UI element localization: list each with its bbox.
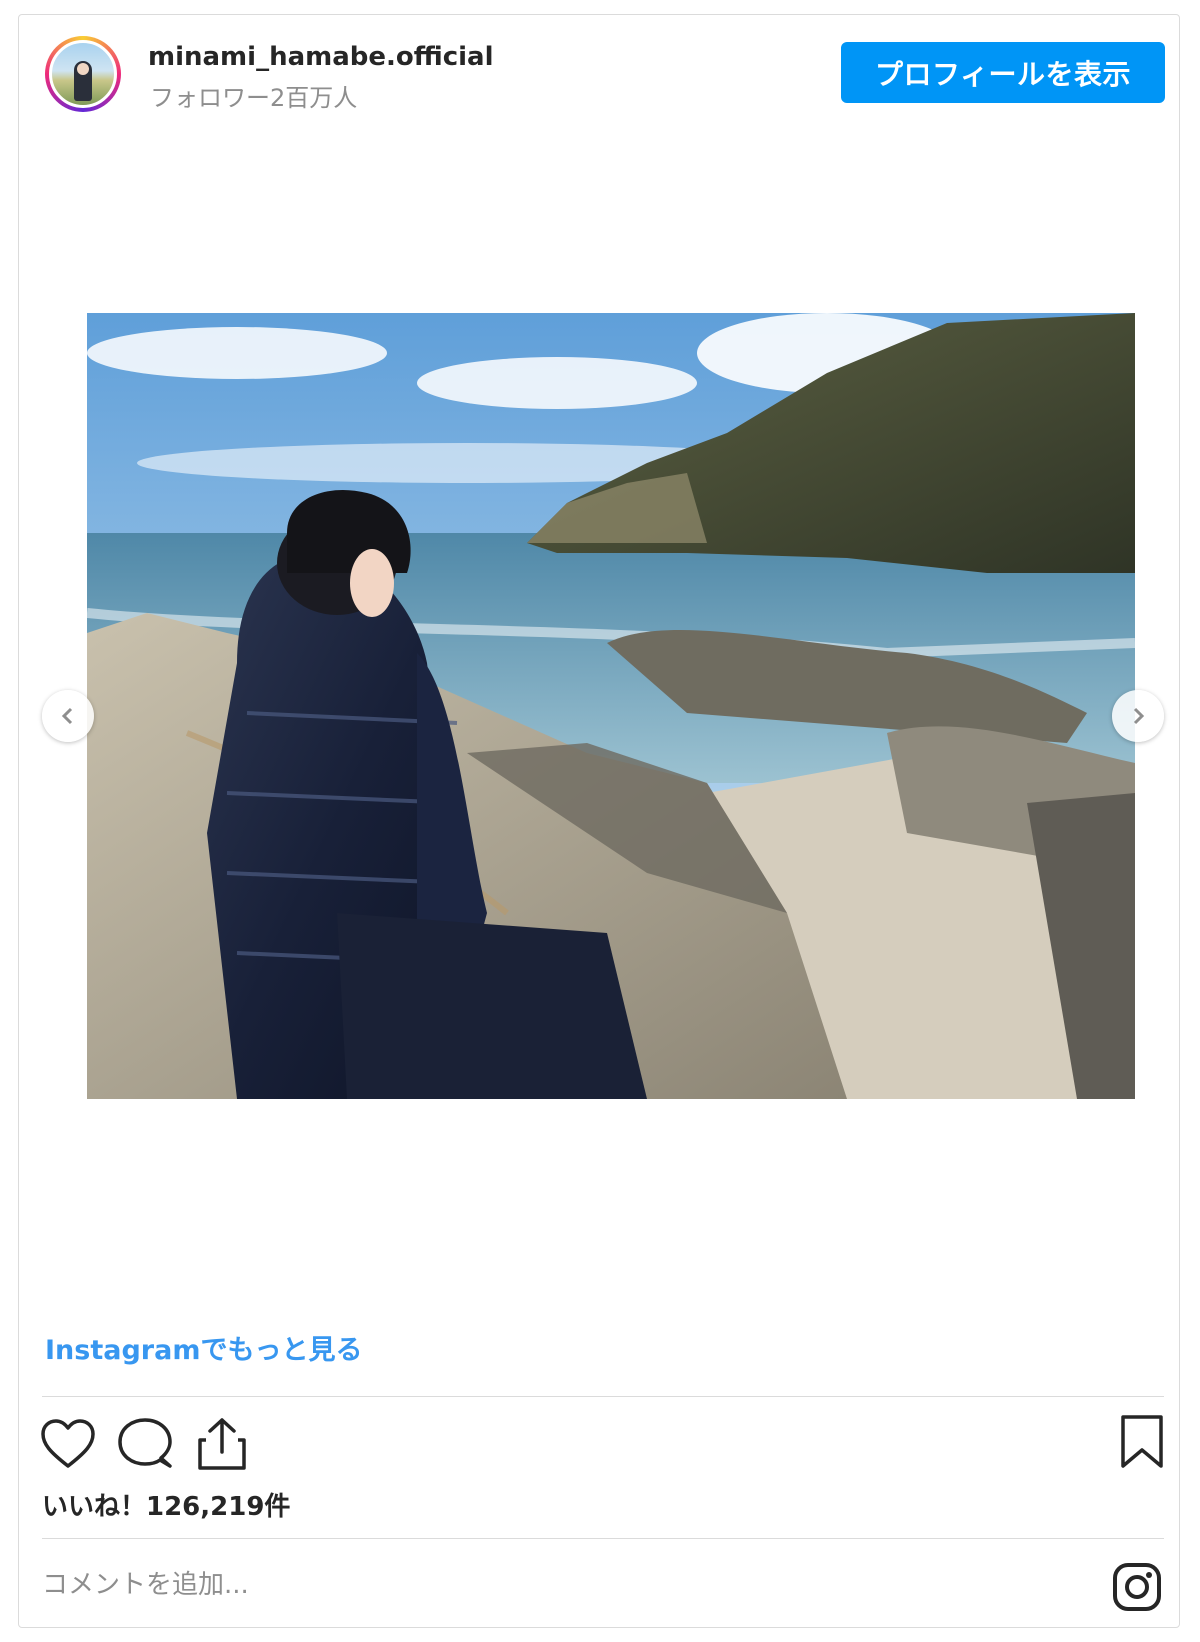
like-button[interactable] <box>40 1418 96 1474</box>
view-profile-button[interactable]: プロフィールを表示 <box>841 42 1165 103</box>
chevron-left-icon <box>61 707 73 725</box>
share-icon <box>198 1418 246 1470</box>
heart-icon <box>41 1419 95 1468</box>
avatar-story-ring[interactable] <box>45 36 121 112</box>
comment-bubble-icon <box>118 1418 172 1468</box>
instagram-icon <box>1113 1563 1161 1611</box>
like-count: いいね！126,219件 <box>42 1492 291 1522</box>
divider <box>42 1396 1164 1397</box>
bookmark-icon <box>1121 1415 1163 1468</box>
chevron-right-icon <box>1133 707 1145 725</box>
avatar[interactable] <box>49 40 117 108</box>
post-photo[interactable] <box>87 313 1135 1099</box>
divider <box>42 1538 1164 1539</box>
save-button[interactable] <box>1118 1414 1166 1474</box>
previous-photo-button[interactable] <box>42 690 94 742</box>
username-link[interactable]: minami_hamabe.official <box>148 42 494 72</box>
view-more-on-instagram-link[interactable]: Instagramでもっと見る <box>45 1328 362 1367</box>
comment-input[interactable] <box>40 1558 994 1612</box>
instagram-logo-button[interactable] <box>1112 1562 1162 1616</box>
follower-count: フォロワー2百万人 <box>150 84 358 112</box>
comment-button[interactable] <box>117 1416 173 1476</box>
next-photo-button[interactable] <box>1112 690 1164 742</box>
share-button[interactable] <box>196 1416 248 1476</box>
